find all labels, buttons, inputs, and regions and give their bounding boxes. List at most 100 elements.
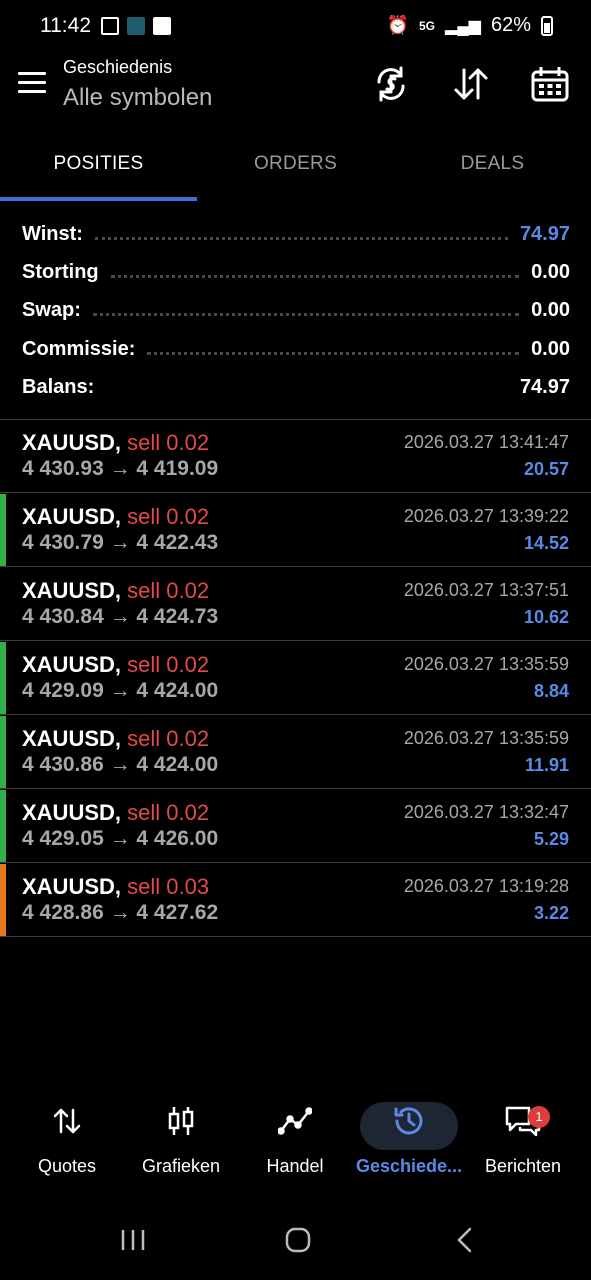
summary-row-swap: Swap: 0.00 bbox=[22, 295, 570, 325]
position-symbol: XAUUSD, sell 0.02 bbox=[22, 430, 209, 456]
status-bar: 11:42 ⏰ 5G ▂▄▆ 62% bbox=[0, 0, 591, 52]
summary-label: Commissie: bbox=[22, 337, 136, 360]
nav-label: Handel bbox=[266, 1156, 324, 1176]
result-marker bbox=[0, 494, 6, 566]
summary-value: 74.97 bbox=[519, 222, 570, 245]
nav-trade[interactable]: Handel bbox=[236, 1100, 354, 1177]
position-row[interactable]: XAUUSD, sell 0.02 4 430.93 → 4 419.09 2026… bbox=[0, 420, 591, 493]
battery-label: 62% bbox=[490, 14, 531, 36]
position-symbol: XAUUSD, sell 0.02 bbox=[22, 652, 209, 678]
position-row[interactable]: XAUUSD, sell 0.02 4 430.84 → 4 424.73 2026… bbox=[0, 568, 591, 641]
nav-label: Quotes bbox=[37, 1156, 97, 1176]
symbol-name: XAUUSD, bbox=[22, 800, 122, 825]
position-row[interactable]: XAUUSD, sell 0.03 4 428.86 → 4 427.62 2026… bbox=[0, 864, 591, 937]
alarm-icon: ⏰ bbox=[386, 15, 409, 35]
summary-row-deposit: Storting 0.00 bbox=[22, 257, 570, 287]
active-tab-indicator bbox=[0, 197, 197, 201]
result-marker bbox=[0, 642, 6, 714]
result-marker bbox=[0, 420, 6, 492]
position-symbol: XAUUSD, sell 0.02 bbox=[22, 578, 209, 604]
position-symbol: XAUUSD, sell 0.02 bbox=[22, 800, 209, 826]
position-profit: 20.57 bbox=[523, 459, 569, 479]
status-notification-icons bbox=[101, 17, 171, 35]
price-range: 4 429.05 → 4 426.00 bbox=[22, 827, 219, 850]
signal-icon: ▂▄▆ bbox=[445, 17, 481, 35]
price-range: 4 430.84 → 4 424.73 bbox=[22, 605, 219, 628]
home-button[interactable] bbox=[283, 1225, 313, 1265]
nav-messages[interactable]: Berichten bbox=[464, 1100, 582, 1177]
trade-side: sell 0.02 bbox=[127, 652, 210, 677]
nav-label: Grafieken bbox=[141, 1156, 221, 1176]
summary-value: 74.97 bbox=[519, 375, 570, 398]
close-datetime: 2026.03.27 13:41:47 bbox=[403, 432, 569, 452]
app-v-icon bbox=[127, 17, 145, 35]
calendar-icon[interactable] bbox=[530, 64, 570, 104]
summary-label: Storting bbox=[22, 260, 99, 283]
position-symbol: XAUUSD, sell 0.02 bbox=[22, 726, 209, 752]
position-row[interactable]: XAUUSD, sell 0.02 4 430.86 → 4 424.00 2026… bbox=[0, 716, 591, 789]
trade-line-icon bbox=[275, 1100, 315, 1142]
nav-quotes[interactable]: Quotes bbox=[8, 1100, 126, 1177]
nav-charts[interactable]: Grafieken bbox=[122, 1100, 240, 1177]
price-range: 4 430.93 → 4 419.09 bbox=[22, 457, 219, 480]
summary-label: Swap: bbox=[22, 298, 81, 321]
position-profit: 14.52 bbox=[523, 533, 569, 553]
tab-positions[interactable]: POSITIES bbox=[0, 145, 197, 201]
close-datetime: 2026.03.27 13:32:47 bbox=[403, 802, 569, 822]
position-profit: 11.91 bbox=[524, 755, 569, 775]
messages-badge: 1 bbox=[528, 1106, 550, 1128]
price-range: 4 429.09 → 4 424.00 bbox=[22, 679, 219, 702]
recent-apps-button[interactable] bbox=[118, 1225, 148, 1265]
sync-currency-icon[interactable] bbox=[371, 64, 411, 104]
close-datetime: 2026.03.27 13:19:28 bbox=[403, 876, 569, 896]
gallery-icon bbox=[101, 17, 119, 35]
symbol-name: XAUUSD, bbox=[22, 504, 122, 529]
trade-side: sell 0.03 bbox=[127, 874, 210, 899]
tab-deals[interactable]: DEALS bbox=[394, 145, 591, 201]
candlestick-icon bbox=[161, 1100, 201, 1142]
summary-label: Winst: bbox=[22, 222, 83, 245]
back-button[interactable] bbox=[450, 1225, 480, 1265]
trade-side: sell 0.02 bbox=[127, 578, 210, 603]
symbol-name: XAUUSD, bbox=[22, 578, 122, 603]
position-row[interactable]: XAUUSD, sell 0.02 4 430.79 → 4 422.43 2026… bbox=[0, 494, 591, 567]
symbol-name: XAUUSD, bbox=[22, 430, 122, 455]
summary-value: 0.00 bbox=[531, 260, 570, 283]
trade-side: sell 0.02 bbox=[127, 726, 210, 751]
price-range: 4 430.79 → 4 422.43 bbox=[22, 531, 219, 554]
close-datetime: 2026.03.27 13:35:59 bbox=[403, 728, 569, 748]
nav-history[interactable]: Geschiede... bbox=[350, 1100, 468, 1177]
position-symbol: XAUUSD, sell 0.03 bbox=[22, 874, 209, 900]
result-marker bbox=[0, 568, 6, 640]
page-title: Geschiedenis bbox=[63, 57, 173, 77]
summary-row-profit: Winst: 74.97 bbox=[22, 219, 570, 249]
symbol-name: XAUUSD, bbox=[22, 726, 122, 751]
checkbox-icon bbox=[153, 17, 171, 35]
price-range: 4 430.86 → 4 424.00 bbox=[22, 753, 219, 776]
position-profit: 8.84 bbox=[533, 681, 569, 701]
battery-icon bbox=[541, 15, 553, 36]
history-icon bbox=[389, 1100, 429, 1142]
position-row[interactable]: XAUUSD, sell 0.02 4 429.05 → 4 426.00 2026… bbox=[0, 790, 591, 863]
result-marker bbox=[0, 790, 6, 862]
trade-side: sell 0.02 bbox=[127, 800, 210, 825]
symbol-filter[interactable]: Alle symbolen bbox=[63, 84, 212, 112]
status-time: 11:42 bbox=[40, 14, 91, 37]
summary-value: 0.00 bbox=[531, 337, 570, 360]
network-label: 5G bbox=[419, 18, 436, 33]
status-right: ⏰ 5G ▂▄▆ 62% bbox=[387, 14, 553, 37]
close-datetime: 2026.03.27 13:37:51 bbox=[403, 580, 569, 600]
position-profit: 5.29 bbox=[533, 829, 569, 849]
trade-side: sell 0.02 bbox=[127, 504, 210, 529]
result-marker bbox=[0, 716, 6, 788]
menu-icon[interactable] bbox=[18, 72, 46, 94]
position-profit: 3.22 bbox=[533, 903, 569, 923]
position-row[interactable]: XAUUSD, sell 0.02 4 429.09 → 4 424.00 2026… bbox=[0, 642, 591, 715]
sort-icon[interactable] bbox=[451, 64, 491, 104]
tab-orders[interactable]: ORDERS bbox=[197, 145, 394, 201]
bottom-nav: Quotes Grafieken Handel Geschiede... Ber… bbox=[0, 1100, 591, 1190]
symbol-name: XAUUSD, bbox=[22, 652, 122, 677]
close-datetime: 2026.03.27 13:39:22 bbox=[403, 506, 569, 526]
result-marker bbox=[0, 864, 6, 936]
position-symbol: XAUUSD, sell 0.02 bbox=[22, 504, 209, 530]
